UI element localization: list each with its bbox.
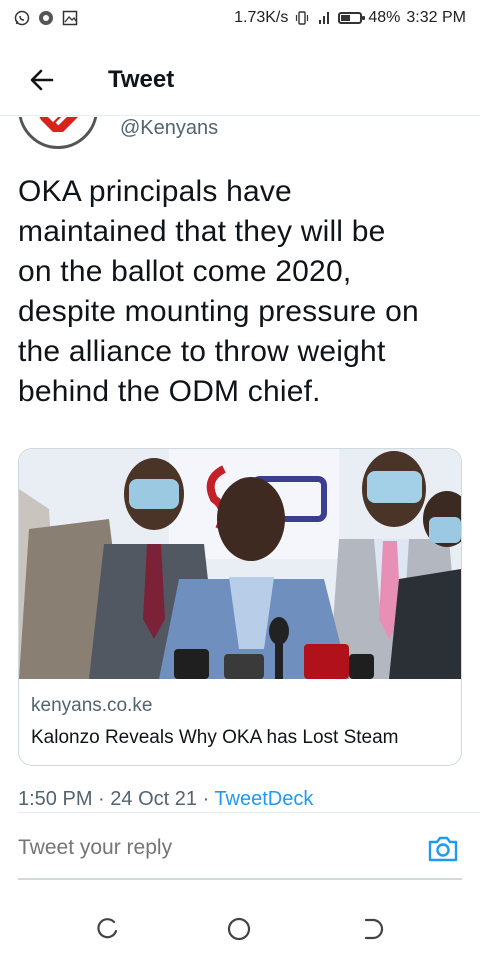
- status-bar-right: 1.73K/s 48% 3:32 PM: [234, 9, 466, 27]
- app-header: Tweet: [0, 44, 480, 116]
- home-button[interactable]: [222, 912, 256, 946]
- network-speed: 1.73K/s: [234, 9, 289, 26]
- recents-button[interactable]: [90, 912, 124, 946]
- reply-underline: [18, 878, 462, 880]
- whatsapp-icon: [14, 10, 30, 26]
- tweet-line: behind the ODM chief.: [18, 375, 321, 408]
- status-bar-left: [14, 10, 78, 26]
- system-nav-bar: [0, 900, 480, 960]
- battery-percent: 48%: [368, 9, 401, 26]
- battery-icon: [338, 12, 366, 24]
- page-title: Tweet: [108, 65, 175, 93]
- arrow-left-icon: [30, 69, 54, 90]
- gallery-icon: [62, 10, 78, 26]
- battery-fill: [341, 15, 350, 21]
- chrome-icon: [39, 11, 53, 25]
- recents-icon: [97, 918, 118, 939]
- tweet-source-link[interactable]: TweetDeck: [214, 788, 313, 810]
- link-card[interactable]: kenyans.co.ke Kalonzo Reveals Why OKA ha…: [18, 448, 462, 766]
- clock: 3:32 PM: [406, 9, 466, 26]
- signal-icon: [319, 12, 330, 24]
- card-domain: kenyans.co.ke: [31, 695, 153, 716]
- tweet-line: on the ballot come 2020,: [18, 255, 352, 288]
- tweet-time: 1:50 PM: [18, 788, 93, 810]
- tweet-line: maintained that they will be: [18, 215, 386, 248]
- author-handle[interactable]: @Kenyans: [120, 117, 218, 140]
- back-button[interactable]: [22, 60, 62, 100]
- divider: [18, 812, 480, 813]
- tweet-line: OKA principals have: [18, 175, 292, 208]
- status-bar: 1.73K/s 48% 3:32 PM: [0, 0, 480, 36]
- card-title: Kalonzo Reveals Why OKA has Lost Steam: [31, 727, 399, 748]
- back-nav-icon: [364, 918, 384, 940]
- home-circle-icon: [227, 917, 251, 941]
- tweet-line: the alliance to throw weight: [18, 335, 386, 368]
- camera-icon[interactable]: [426, 832, 460, 866]
- press-conference-photo: [19, 449, 461, 679]
- tweet-line: despite mounting pressure on: [18, 295, 419, 328]
- reply-input[interactable]: [18, 836, 398, 860]
- tweet-text: OKA principals have maintained that they…: [18, 172, 468, 412]
- tweet-date: 24 Oct 21: [110, 788, 197, 810]
- kenyans-logo-avatar: [39, 117, 78, 132]
- vibrate-icon: [296, 11, 309, 25]
- back-nav-button[interactable]: [356, 912, 390, 946]
- meta-separator: ·: [202, 788, 210, 810]
- avatar[interactable]: [18, 117, 98, 149]
- tweet-meta: 1:50 PM · 24 Oct 21 · TweetDeck: [18, 788, 313, 811]
- meta-separator: ·: [98, 788, 105, 810]
- tweet-author[interactable]: @Kenyans: [0, 117, 480, 157]
